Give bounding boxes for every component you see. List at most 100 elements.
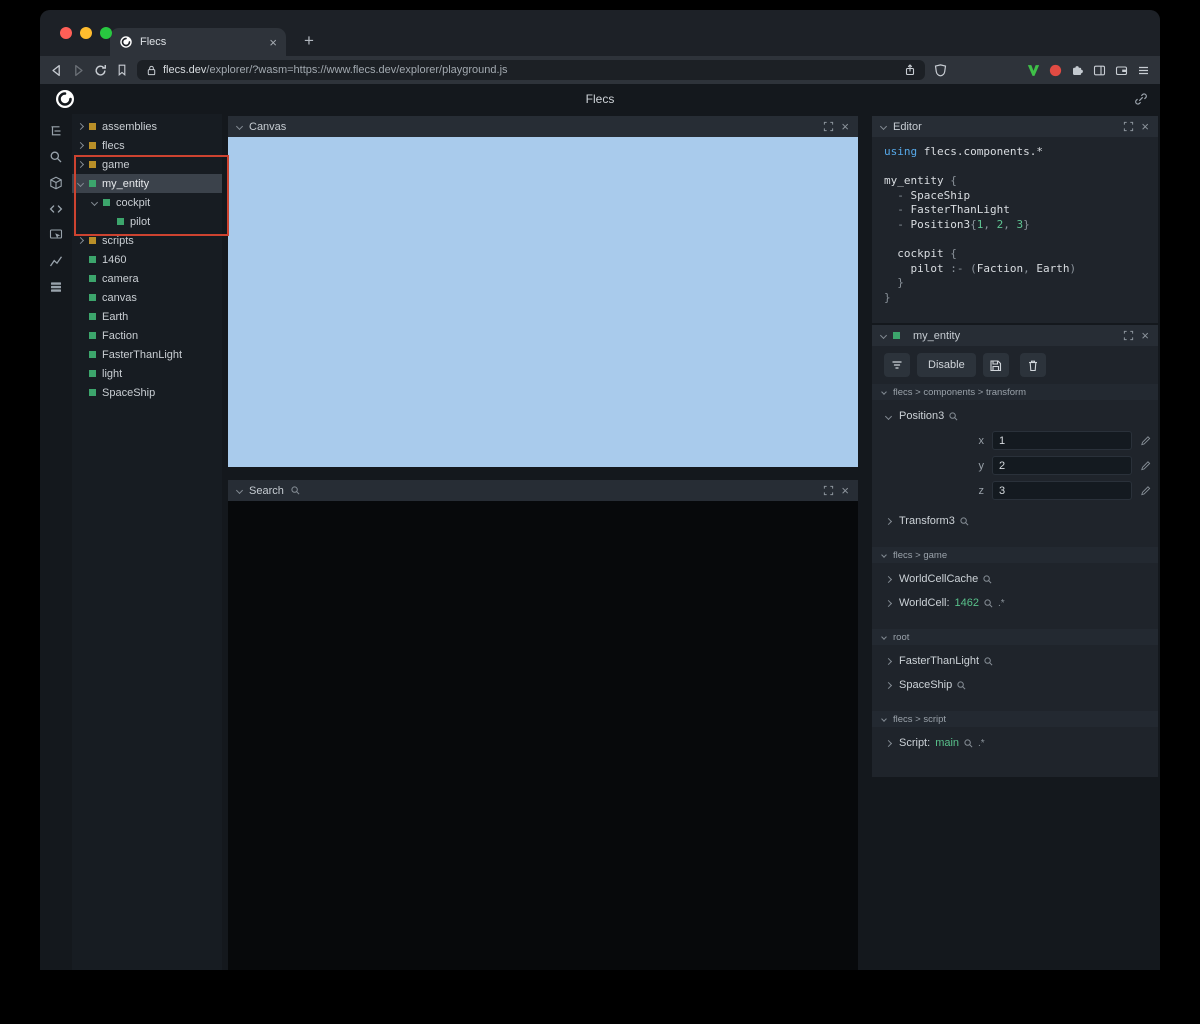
tree-item-game[interactable]: game xyxy=(72,155,222,174)
expand-icon[interactable] xyxy=(1123,121,1134,132)
editor-code[interactable]: using flecs.components.* my_entity { - S… xyxy=(872,137,1158,323)
brave-shield-icon[interactable] xyxy=(934,63,947,77)
code-line: using flecs.components.* xyxy=(884,145,1043,158)
component-row[interactable]: Transform3 xyxy=(872,509,1158,533)
entity-color-square xyxy=(89,237,96,244)
wallet-icon[interactable] xyxy=(1115,64,1128,77)
inspector-group-header[interactable]: root xyxy=(872,629,1158,645)
expand-icon[interactable] xyxy=(823,485,834,496)
collapse-icon[interactable] xyxy=(879,122,888,131)
search-panel-title: Search xyxy=(249,484,284,497)
search-icon[interactable] xyxy=(957,680,966,690)
disable-button[interactable]: Disable xyxy=(917,353,976,377)
close-icon[interactable]: × xyxy=(1141,120,1149,133)
tree-item-label: Faction xyxy=(102,329,139,342)
tree-item-FasterThanLight[interactable]: FasterThanLight xyxy=(72,345,222,364)
tree-item-my_entity[interactable]: my_entity xyxy=(72,174,222,193)
search-icon[interactable] xyxy=(45,146,67,168)
component-row[interactable]: FasterThanLight xyxy=(872,649,1158,673)
edit-icon[interactable] xyxy=(1140,485,1151,496)
tree-item-label: cockpit xyxy=(116,196,151,209)
tree-item-light[interactable]: light xyxy=(72,364,222,383)
close-icon[interactable]: × xyxy=(841,484,849,497)
collapse-icon[interactable] xyxy=(879,331,888,340)
field-input-y[interactable] xyxy=(992,456,1132,475)
pair-suffix: .* xyxy=(998,597,1005,609)
search-icon[interactable] xyxy=(984,656,993,666)
extensions-puzzle-icon[interactable] xyxy=(1071,64,1084,77)
inspector-group-header[interactable]: flecs > components > transform xyxy=(872,384,1158,400)
search-icon[interactable] xyxy=(960,516,969,526)
zoom-window-button[interactable] xyxy=(100,27,112,39)
tree-item-canvas[interactable]: canvas xyxy=(72,288,222,307)
inspector-group-path: flecs > game xyxy=(893,549,948,561)
collapse-icon[interactable] xyxy=(235,486,244,495)
tree-item-Earth[interactable]: Earth xyxy=(72,307,222,326)
bookmark-icon[interactable] xyxy=(116,64,128,76)
component-row[interactable]: SpaceShip xyxy=(872,673,1158,697)
tree-item-assemblies[interactable]: assemblies xyxy=(72,117,222,136)
tree-item-scripts[interactable]: scripts xyxy=(72,231,222,250)
url-bar[interactable]: flecs.dev/explorer/?wasm=https://www.fle… xyxy=(137,60,925,80)
queries-icon[interactable] xyxy=(45,276,67,298)
save-button[interactable] xyxy=(982,353,1009,377)
field-input-z[interactable] xyxy=(992,481,1132,500)
3d-canvas[interactable] xyxy=(228,137,858,467)
expander-icon xyxy=(76,141,85,150)
tree-item-Faction[interactable]: Faction xyxy=(72,326,222,345)
back-button[interactable] xyxy=(50,64,63,77)
extension-v-icon[interactable] xyxy=(1027,64,1040,77)
code-icon[interactable] xyxy=(45,198,67,220)
expand-icon[interactable] xyxy=(823,121,834,132)
collapse-icon[interactable] xyxy=(235,122,244,131)
search-icon[interactable] xyxy=(964,738,973,748)
component-row[interactable]: WorldCell: 1462 .* xyxy=(872,591,1158,615)
tree-item-camera[interactable]: camera xyxy=(72,269,222,288)
sidebar-toggle-icon[interactable] xyxy=(1093,64,1106,77)
edit-icon[interactable] xyxy=(1140,435,1151,446)
search-icon[interactable] xyxy=(983,574,992,584)
tree-item-1460[interactable]: 1460 xyxy=(72,250,222,269)
inspector-group-header[interactable]: flecs > script xyxy=(872,711,1158,727)
inspector-group-header[interactable]: flecs > game xyxy=(872,547,1158,563)
edit-icon[interactable] xyxy=(1140,460,1151,471)
new-tab-button[interactable]: + xyxy=(298,30,320,52)
component-row[interactable]: WorldCellCache xyxy=(872,567,1158,591)
close-window-button[interactable] xyxy=(60,27,72,39)
component-row[interactable]: Position3 xyxy=(872,404,1158,428)
inspector-group-path: flecs > script xyxy=(893,713,947,725)
tree-item-SpaceShip[interactable]: SpaceShip xyxy=(72,383,222,402)
tab-close-icon[interactable]: × xyxy=(269,36,277,49)
code-line: } xyxy=(884,276,904,290)
field-input-x[interactable] xyxy=(992,431,1132,450)
minimize-window-button[interactable] xyxy=(80,27,92,39)
tree-item-flecs[interactable]: flecs xyxy=(72,136,222,155)
close-icon[interactable]: × xyxy=(1141,329,1149,342)
stats-icon[interactable] xyxy=(45,250,67,272)
tree-item-pilot[interactable]: pilot xyxy=(72,212,222,231)
search-icon[interactable] xyxy=(949,411,958,421)
close-icon[interactable]: × xyxy=(841,120,849,133)
share-icon[interactable] xyxy=(904,64,916,76)
menu-icon[interactable] xyxy=(1137,64,1150,77)
tab-bar: Flecs × + xyxy=(40,10,1160,56)
tree-item-cockpit[interactable]: cockpit xyxy=(72,193,222,212)
field-label: y xyxy=(978,459,985,472)
entities-icon[interactable] xyxy=(45,172,67,194)
tree-item-label: camera xyxy=(102,272,139,285)
hierarchy-icon[interactable] xyxy=(45,120,67,142)
share-link-icon[interactable] xyxy=(1134,92,1148,111)
reload-button[interactable] xyxy=(94,64,107,77)
search-icon[interactable] xyxy=(984,598,993,608)
expand-icon[interactable] xyxy=(1123,330,1134,341)
inspect-icon[interactable] xyxy=(45,224,67,246)
browser-tab[interactable]: Flecs × xyxy=(110,28,286,56)
delete-button[interactable] xyxy=(1019,353,1046,377)
filter-button[interactable] xyxy=(884,353,910,377)
component-row[interactable]: Script: main .* xyxy=(872,731,1158,755)
right-column: Editor × using flecs.components.* my_ent… xyxy=(866,114,1160,970)
forward-button[interactable] xyxy=(72,64,85,77)
extension-red-icon[interactable] xyxy=(1049,64,1062,77)
